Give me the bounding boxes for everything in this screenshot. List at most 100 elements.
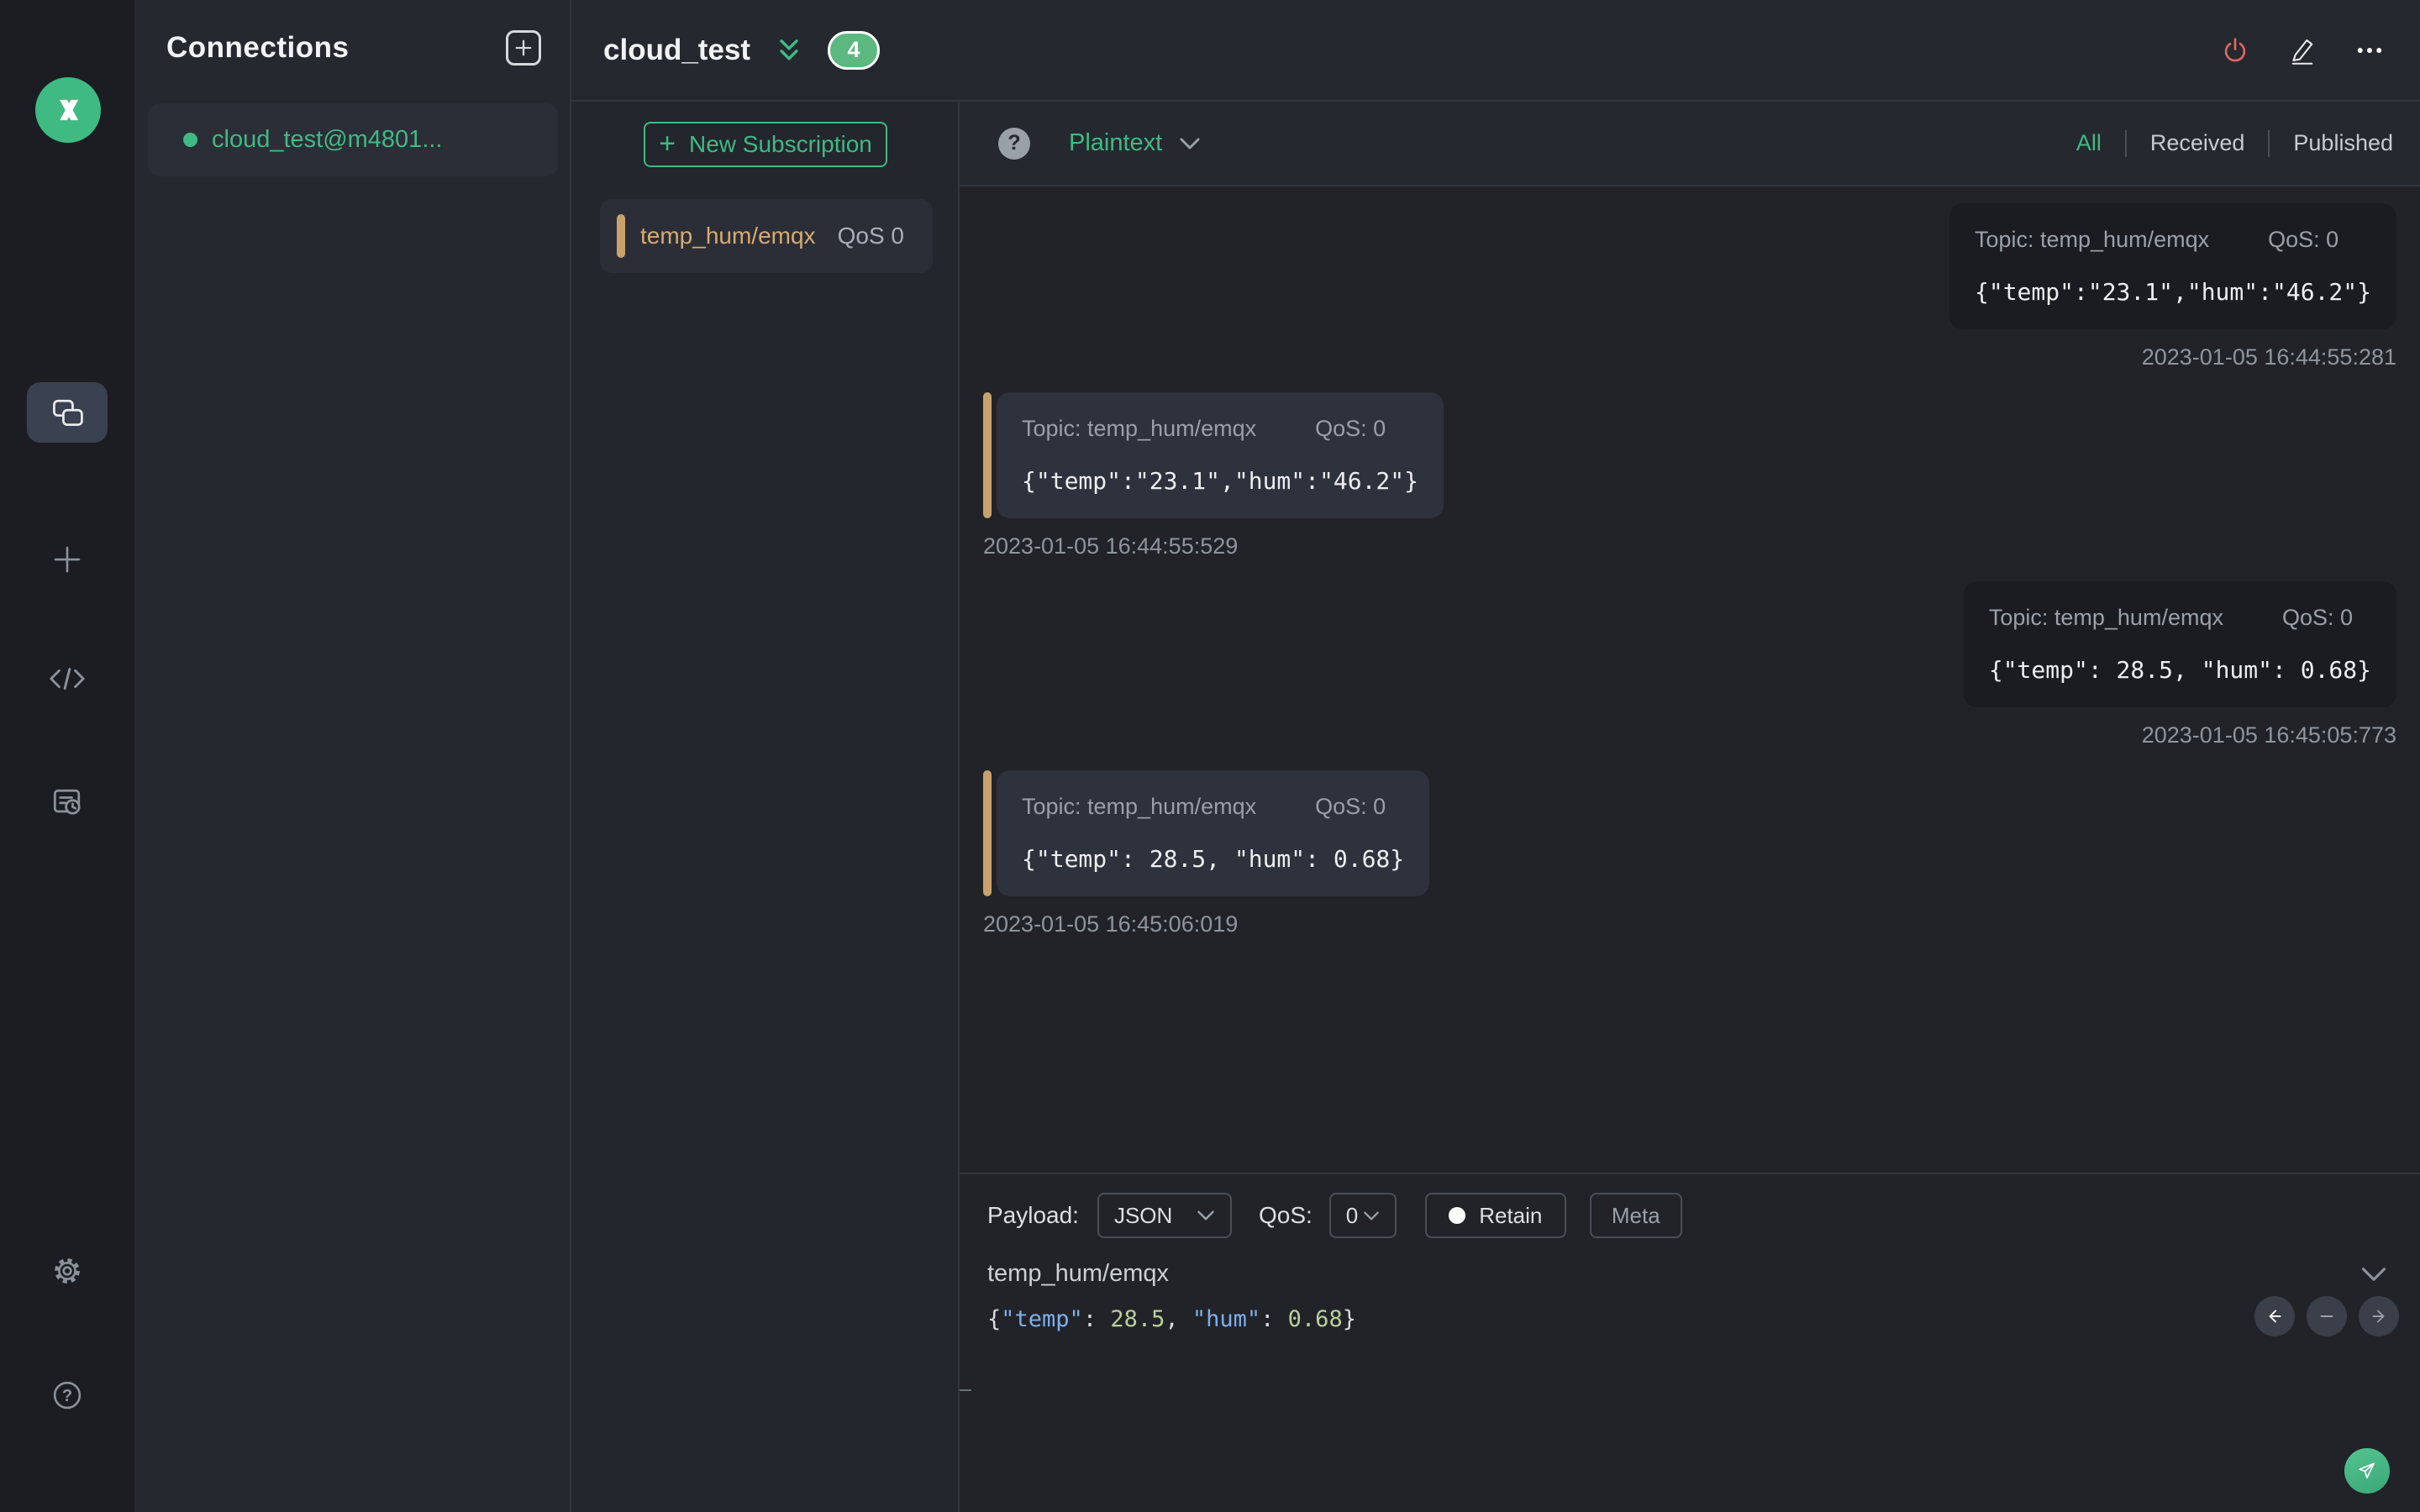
message-filterbar: ? Plaintext All Received Published — [960, 102, 2420, 186]
payload-format-value: JSON — [1113, 1202, 1173, 1228]
message-qos: QoS: 0 — [2281, 605, 2354, 630]
edit-connection-button[interactable] — [2287, 35, 2317, 66]
collapse-composer-icon[interactable] — [2360, 1266, 2388, 1283]
double-chevron-down-icon[interactable] — [774, 35, 804, 66]
message-timestamp: 2023-01-05 16:45:06:019 — [983, 911, 1239, 937]
subscription-item[interactable]: temp_hum/emqx QoS 0 — [600, 199, 933, 273]
nav-log-button[interactable] — [49, 784, 86, 821]
qos-value: 0 — [1345, 1202, 1359, 1228]
editor-fold-tick — [960, 1389, 971, 1391]
message-qos: QoS: 0 — [1315, 794, 1386, 819]
payload-help-icon[interactable]: ? — [998, 127, 1030, 160]
message-meta: Topic: temp_hum/emqx QoS: 0 — [1022, 794, 1404, 820]
disconnect-button[interactable] — [2220, 35, 2250, 66]
tab-published[interactable]: Published — [2293, 130, 2393, 156]
topbar-actions — [2220, 35, 2385, 66]
history-forward-button[interactable] — [2359, 1296, 2399, 1336]
new-window-button[interactable] — [50, 542, 85, 577]
connection-item[interactable]: cloud_test@m4801... — [148, 103, 558, 176]
add-connection-button[interactable] — [506, 30, 541, 66]
editor-token: "hum" — [1192, 1306, 1261, 1332]
plus-icon: + — [659, 127, 676, 160]
message-bubble[interactable]: Topic: temp_hum/emqx QoS: 0 {"temp": 28.… — [983, 770, 1430, 896]
chevron-down-icon — [1363, 1210, 1380, 1221]
connected-status-dot — [183, 133, 197, 147]
ellipsis-icon — [2354, 35, 2385, 66]
editor-token: , — [1165, 1306, 1192, 1332]
plus-icon — [50, 542, 85, 577]
editor-token: 28.5 — [1110, 1306, 1165, 1332]
help-icon: ? — [50, 1378, 85, 1413]
history-clear-button[interactable] — [2307, 1296, 2347, 1336]
new-subscription-button[interactable]: + New Subscription — [644, 122, 887, 167]
connections-panel-header: Connections — [134, 0, 570, 66]
connections-title: Connections — [166, 31, 350, 64]
tab-received[interactable]: Received — [2150, 130, 2245, 156]
payload-format-dropdown[interactable]: JSON — [1097, 1193, 1232, 1238]
minus-icon — [2316, 1305, 2338, 1327]
subscription-topic: temp_hum/emqx — [640, 223, 816, 249]
subscription-qos: QoS 0 — [837, 223, 904, 249]
message-list: Topic: temp_hum/emqx QoS: 0 {"temp":"23.… — [960, 186, 2420, 959]
qos-dropdown[interactable]: 0 — [1328, 1193, 1397, 1238]
settings-gear-icon — [50, 1253, 85, 1289]
retain-label: Retain — [1479, 1202, 1543, 1228]
qos-label: QoS: — [1258, 1202, 1313, 1228]
settings-button[interactable] — [50, 1253, 85, 1289]
message-payload: {"temp":"23.1","hum":"46.2"} — [1022, 467, 1419, 495]
help-button[interactable]: ? — [50, 1378, 85, 1413]
message-payload: {"temp": 28.5, "hum": 0.68} — [1988, 656, 2371, 684]
meta-button[interactable]: Meta — [1589, 1193, 1682, 1238]
tab-all[interactable]: All — [2076, 130, 2102, 156]
editor-token: "temp" — [1001, 1306, 1083, 1332]
svg-text:?: ? — [62, 1387, 72, 1405]
message-bubble[interactable]: Topic: temp_hum/emqx QoS: 0 {"temp":"23.… — [983, 392, 1444, 518]
nav-script-button[interactable] — [48, 662, 87, 696]
plus-square-icon — [514, 39, 533, 57]
tab-separator — [2268, 129, 2270, 157]
subscriptions-column: + New Subscription temp_hum/emqx QoS 0 — [571, 102, 960, 1512]
received-accent-bar — [983, 392, 992, 518]
editor-token: } — [1342, 1306, 1356, 1332]
more-options-button[interactable] — [2354, 35, 2385, 66]
log-icon — [49, 784, 86, 821]
editor-token: : — [1260, 1306, 1288, 1332]
message-bubble[interactable]: Topic: temp_hum/emqx QoS: 0 {"temp": 28.… — [1963, 581, 2396, 707]
retain-toggle[interactable]: Retain — [1424, 1193, 1566, 1238]
payload-editor[interactable]: {"temp": 28.5, "hum": 0.68} — [960, 1288, 2420, 1332]
format-selected-label: Plaintext — [1069, 129, 1163, 156]
message-received: Topic: temp_hum/emqx QoS: 0 {"temp": 28.… — [983, 770, 2396, 937]
new-subscription-label: New Subscription — [688, 131, 872, 157]
publish-toolbar: Payload: JSON QoS: 0 Retain Meta — [960, 1174, 2420, 1238]
message-payload: {"temp": 28.5, "hum": 0.68} — [1022, 845, 1405, 873]
message-qos: QoS: 0 — [1315, 416, 1386, 441]
message-timestamp: 2023-01-05 16:44:55:281 — [2141, 344, 2396, 370]
message-count-badge: 4 — [828, 30, 881, 70]
history-back-button[interactable] — [2254, 1296, 2295, 1336]
message-topic: Topic: temp_hum/emqx — [1988, 605, 2223, 630]
power-icon — [2220, 35, 2250, 66]
editor-token: : — [1082, 1306, 1111, 1332]
message-received: Topic: temp_hum/emqx QoS: 0 {"temp":"23.… — [983, 392, 2396, 559]
message-filter-tabs: All Received Published — [2076, 129, 2393, 157]
tab-separator — [2124, 129, 2127, 157]
topic-input[interactable]: temp_hum/emqx — [987, 1260, 1169, 1288]
connections-panel: Connections cloud_test@m4801... — [134, 0, 571, 1512]
meta-label: Meta — [1611, 1202, 1660, 1228]
mqttx-logo — [35, 77, 101, 143]
message-bubble[interactable]: Topic: temp_hum/emqx QoS: 0 {"temp":"23.… — [1949, 203, 2396, 329]
send-button[interactable] — [2344, 1448, 2390, 1494]
message-payload: {"temp":"23.1","hum":"46.2"} — [1974, 278, 2371, 306]
nav-connections-button[interactable] — [27, 382, 108, 443]
publish-composer: Payload: JSON QoS: 0 Retain Meta temp_hu… — [960, 1173, 2420, 1512]
paper-plane-icon — [2354, 1458, 2380, 1483]
arrow-right-icon — [2368, 1305, 2390, 1327]
connections-icon — [49, 394, 86, 431]
message-meta: Topic: temp_hum/emqx QoS: 0 — [1975, 227, 2371, 253]
message-qos: QoS: 0 — [2268, 227, 2339, 252]
connection-title: cloud_test — [603, 33, 751, 66]
arrow-left-icon — [2264, 1305, 2286, 1327]
publish-topic-row: temp_hum/emqx — [960, 1238, 2420, 1288]
payload-format-select[interactable]: Plaintext — [1069, 129, 1201, 157]
chevron-down-icon — [1197, 1210, 1215, 1221]
